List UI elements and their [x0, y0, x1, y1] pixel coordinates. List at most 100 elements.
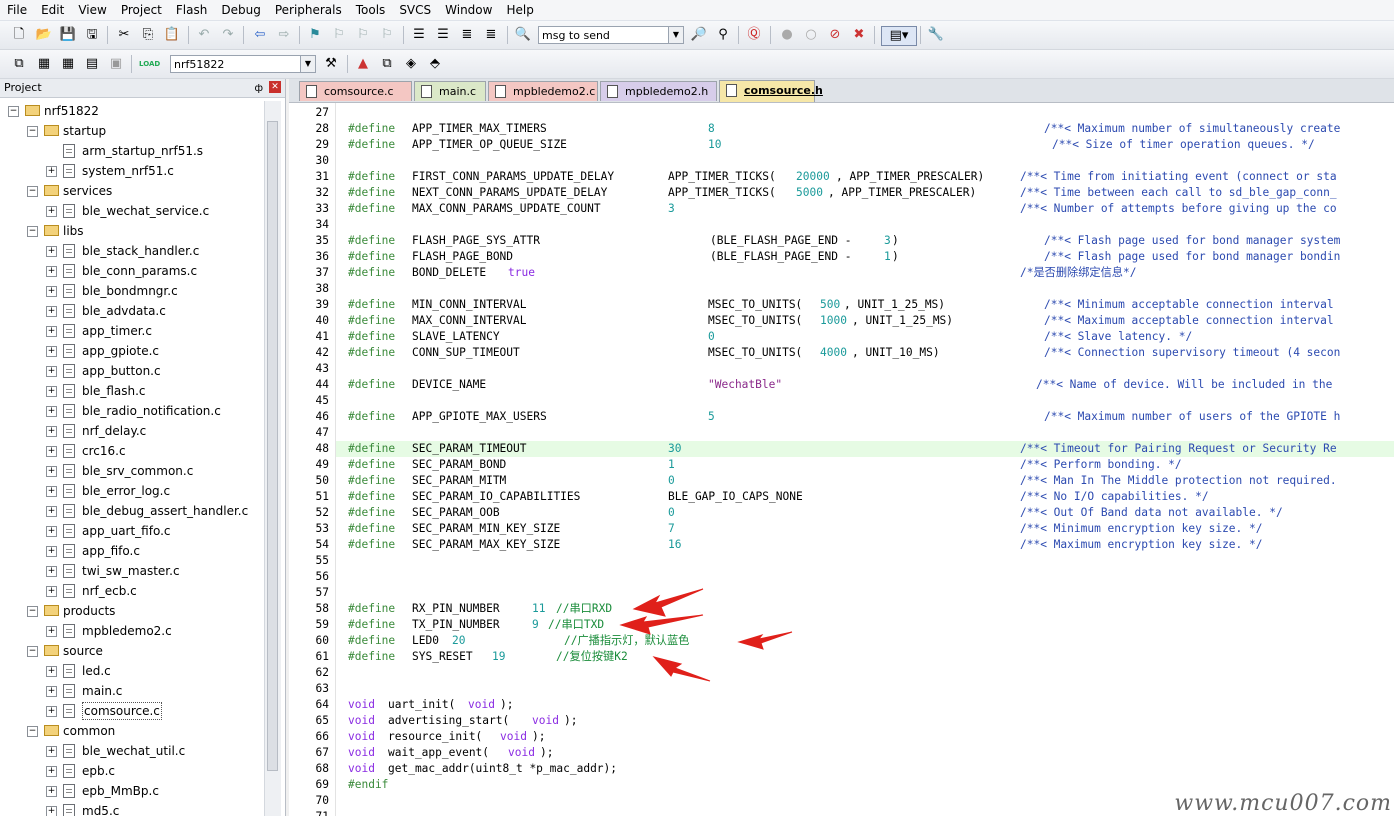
translate-icon[interactable]: ⧉ — [10, 55, 28, 73]
expand-icon[interactable]: + — [46, 746, 57, 757]
menu-flash[interactable]: Flash — [169, 0, 214, 20]
collapse-icon[interactable]: − — [27, 646, 38, 657]
collapse-icon[interactable]: − — [27, 226, 38, 237]
kill-breakpoints-icon[interactable]: ✖ — [850, 26, 868, 44]
tree-folder-item[interactable]: − startup — [0, 121, 262, 141]
expand-icon[interactable]: + — [46, 706, 57, 717]
tab-mpbledemo2-c[interactable]: mpbledemo2.c — [488, 81, 598, 101]
expand-icon[interactable]: + — [46, 446, 57, 457]
save-all-icon[interactable]: 🖫 — [83, 26, 101, 44]
disable-breakpoint-icon[interactable]: ○ — [802, 26, 820, 44]
debug-session-icon[interactable]: Ⓠ — [745, 26, 763, 44]
tab-comsource-c[interactable]: comsource.c — [299, 81, 412, 101]
tree-file-item[interactable]: + app_timer.c — [0, 321, 262, 341]
prev-bookmark-icon[interactable]: ⚐ — [330, 26, 348, 44]
tree-file-item[interactable]: + app_button.c — [0, 361, 262, 381]
bookmark-icon[interactable]: ⚑ — [306, 26, 324, 44]
menu-window[interactable]: Window — [438, 0, 499, 20]
cut-icon[interactable]: ✂ — [115, 26, 133, 44]
download-icon[interactable]: LOAD — [139, 55, 160, 73]
expand-icon[interactable]: + — [46, 506, 57, 517]
manage-runtime-icon[interactable]: ⬘ — [426, 55, 444, 73]
target-combo[interactable]: nrf51822 ▼ — [170, 55, 316, 73]
rebuild-icon[interactable]: ▦ — [59, 55, 77, 73]
paste-icon[interactable]: 📋 — [163, 26, 181, 44]
disable-all-breakpoints-icon[interactable]: ⊘ — [826, 26, 844, 44]
open-folder-icon[interactable]: 📂 — [35, 26, 53, 44]
tree-file-item[interactable]: + ble_wechat_util.c — [0, 741, 262, 761]
new-file-icon[interactable]: 🗋 — [10, 26, 28, 44]
expand-icon[interactable]: + — [46, 286, 57, 297]
tree-file-item[interactable]: + app_gpiote.c — [0, 341, 262, 361]
expand-icon[interactable]: + — [46, 426, 57, 437]
expand-icon[interactable]: + — [46, 406, 57, 417]
copy-icon[interactable]: ⎘ — [139, 26, 157, 44]
tree-file-item[interactable]: + main.c — [0, 681, 262, 701]
expand-icon[interactable]: + — [46, 666, 57, 677]
find-in-files-icon[interactable]: 🔍 — [514, 26, 532, 44]
select-packs-icon[interactable]: ◈ — [402, 55, 420, 73]
close-icon[interactable]: ✕ — [269, 81, 281, 93]
tree-folder-item[interactable]: − common — [0, 721, 262, 741]
tree-root-item[interactable]: − nrf51822 — [0, 101, 262, 121]
expand-icon[interactable]: + — [46, 386, 57, 397]
expand-icon[interactable]: + — [46, 626, 57, 637]
tree-file-item[interactable]: + ble_wechat_service.c — [0, 201, 262, 221]
chevron-down-icon[interactable]: ▼ — [668, 27, 683, 43]
expand-icon[interactable]: + — [46, 566, 57, 577]
tree-file-item[interactable]: + ble_advdata.c — [0, 301, 262, 321]
undo-icon[interactable]: ↶ — [195, 26, 213, 44]
expand-icon[interactable]: + — [46, 166, 57, 177]
tab-mpbledemo2-h[interactable]: mpbledemo2.h — [600, 81, 717, 101]
project-scrollbar-thumb[interactable] — [267, 121, 278, 771]
menu-project[interactable]: Project — [114, 0, 169, 20]
collapse-icon[interactable]: − — [27, 126, 38, 137]
breakpoint-icon[interactable]: ● — [778, 26, 796, 44]
expand-icon[interactable]: + — [46, 366, 57, 377]
tree-file-item[interactable]: + ble_bondmngr.c — [0, 281, 262, 301]
incremental-find-icon[interactable]: ⚲ — [714, 26, 732, 44]
expand-icon[interactable]: + — [46, 766, 57, 777]
tree-file-item[interactable]: + system_nrf51.c — [0, 161, 262, 181]
tree-folder-item[interactable]: − source — [0, 641, 262, 661]
tab-main-c[interactable]: main.c — [414, 81, 486, 101]
batch-build-icon[interactable]: ▤ — [83, 55, 101, 73]
tree-file-item[interactable]: arm_startup_nrf51.s — [0, 141, 262, 161]
tree-file-item[interactable]: + ble_flash.c — [0, 381, 262, 401]
expand-icon[interactable]: + — [46, 546, 57, 557]
tree-file-item[interactable]: + crc16.c — [0, 441, 262, 461]
expand-icon[interactable]: + — [46, 466, 57, 477]
tree-file-item[interactable]: + comsource.c — [0, 701, 262, 721]
nav-back-icon[interactable]: ⇦ — [251, 26, 269, 44]
target-options-icon[interactable]: ⚒ — [322, 55, 340, 73]
tree-file-item[interactable]: + app_uart_fifo.c — [0, 521, 262, 541]
tree-file-item[interactable]: + mpbledemo2.c — [0, 621, 262, 641]
file-extensions-icon[interactable]: ▲ — [354, 55, 372, 73]
tree-file-item[interactable]: + ble_error_log.c — [0, 481, 262, 501]
tree-folder-item[interactable]: − libs — [0, 221, 262, 241]
tree-file-item[interactable]: + twi_sw_master.c — [0, 561, 262, 581]
expand-icon[interactable]: + — [46, 246, 57, 257]
expand-icon[interactable]: + — [46, 486, 57, 497]
expand-icon[interactable]: + — [46, 526, 57, 537]
nav-forward-icon[interactable]: ⇨ — [275, 26, 293, 44]
window-layout-icon[interactable]: ▤▾ — [881, 26, 917, 46]
comment-icon[interactable]: ≣ — [458, 26, 476, 44]
tree-file-item[interactable]: + epb.c — [0, 761, 262, 781]
redo-icon[interactable]: ↷ — [219, 26, 237, 44]
find-combo[interactable]: msg to send ▼ — [538, 26, 684, 44]
menu-debug[interactable]: Debug — [214, 0, 267, 20]
next-bookmark-icon[interactable]: ⚐ — [354, 26, 372, 44]
chevron-down-icon[interactable]: ▼ — [300, 56, 315, 72]
expand-icon[interactable]: + — [46, 346, 57, 357]
collapse-icon[interactable]: − — [27, 606, 38, 617]
collapse-icon[interactable]: − — [8, 106, 19, 117]
tree-folder-item[interactable]: − products — [0, 601, 262, 621]
menu-tools[interactable]: Tools — [349, 0, 393, 20]
menu-svcs[interactable]: SVCS — [392, 0, 438, 20]
tree-file-item[interactable]: + ble_radio_notification.c — [0, 401, 262, 421]
tree-file-item[interactable]: + md5.c — [0, 801, 262, 816]
tree-file-item[interactable]: + ble_srv_common.c — [0, 461, 262, 481]
expand-icon[interactable]: + — [46, 806, 57, 816]
tree-file-item[interactable]: + nrf_delay.c — [0, 421, 262, 441]
